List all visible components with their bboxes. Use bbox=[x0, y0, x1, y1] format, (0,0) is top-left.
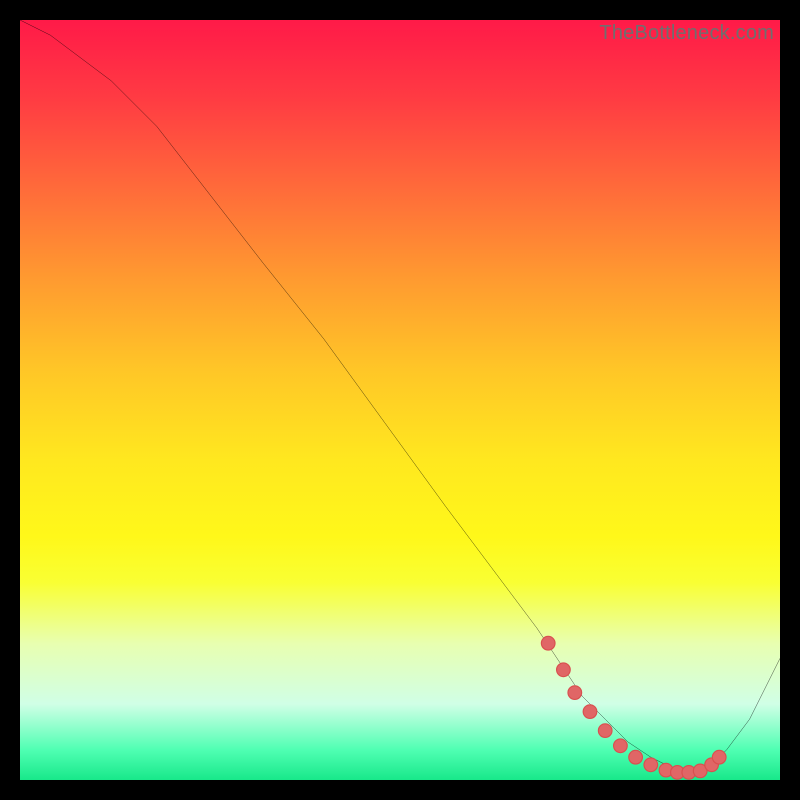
curve-marker bbox=[568, 686, 582, 700]
curve-marker bbox=[541, 636, 555, 650]
marker-group bbox=[541, 636, 726, 779]
curve-marker bbox=[614, 739, 628, 753]
curve-marker bbox=[629, 750, 643, 764]
curve-marker bbox=[644, 758, 658, 772]
chart-plot-area: TheBottleneck.com bbox=[20, 20, 780, 780]
bottleneck-curve bbox=[20, 20, 780, 772]
chart-svg bbox=[20, 20, 780, 780]
curve-marker bbox=[557, 663, 571, 677]
curve-marker bbox=[712, 750, 726, 764]
chart-stage: TheBottleneck.com bbox=[0, 0, 800, 800]
curve-marker bbox=[598, 724, 612, 738]
curve-marker bbox=[583, 705, 597, 719]
